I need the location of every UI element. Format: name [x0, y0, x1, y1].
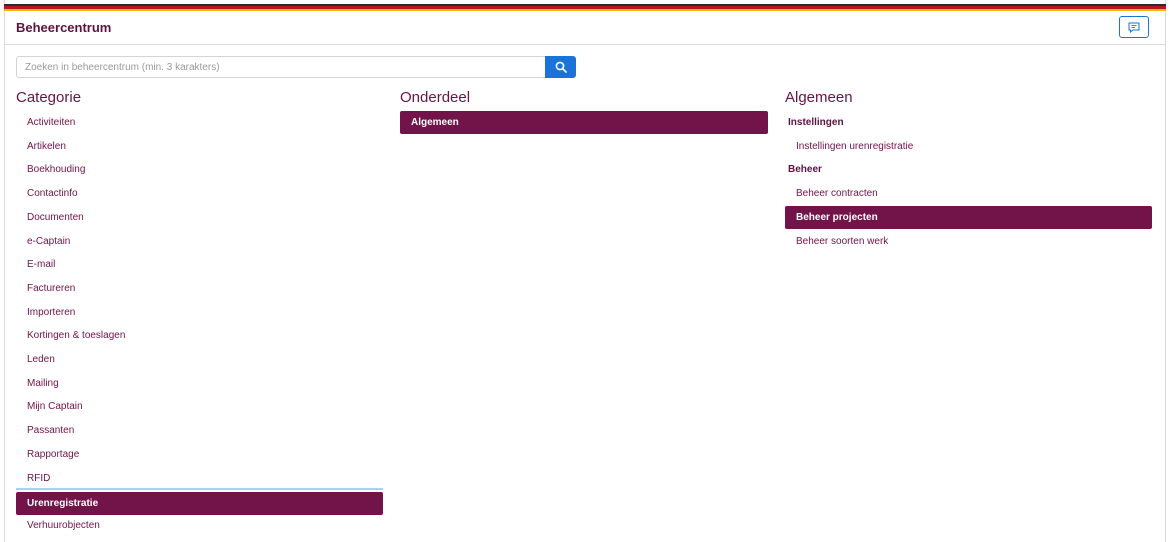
search-input[interactable]: [16, 56, 546, 78]
flag-stripe: [4, 4, 1166, 11]
search-icon: [555, 61, 567, 73]
algemeen-item-beheer-contracten[interactable]: Beheer contracten: [785, 182, 1152, 205]
categorie-item-e-mail[interactable]: E-mail: [16, 253, 383, 276]
search-button[interactable]: [545, 56, 576, 78]
categorie-item-kortingen-en-toeslagen[interactable]: Kortingen & toeslagen: [16, 324, 383, 347]
algemeen-title: Algemeen: [785, 89, 853, 106]
group-header-beheer: Beheer: [788, 164, 822, 176]
categorie-item-rfid[interactable]: RFID: [16, 467, 383, 490]
group-header-instellingen: Instellingen: [788, 117, 844, 128]
categorie-item-verhuurobjecten[interactable]: Verhuurobjecten: [16, 514, 383, 537]
categorie-item-rapportage[interactable]: Rapportage: [16, 443, 383, 466]
categorie-item-boekhouding[interactable]: Boekhouding: [16, 158, 383, 181]
categorie-item-artikelen[interactable]: Artikelen: [16, 135, 383, 158]
page-title: Beheercentrum: [16, 20, 112, 35]
categorie-item-documenten[interactable]: Documenten: [16, 206, 383, 229]
categorie-title: Categorie: [16, 89, 82, 106]
categorie-item-passanten[interactable]: Passanten: [16, 419, 383, 442]
algemeen-item-instellingen-urenregistratie[interactable]: Instellingen urenregistratie: [785, 135, 1152, 158]
categorie-item-mijn-captain[interactable]: Mijn Captain: [16, 395, 383, 418]
categorie-item-urenregistratie[interactable]: Urenregistratie: [16, 492, 383, 516]
algemeen-item-beheer-soorten-werk[interactable]: Beheer soorten werk: [785, 230, 1152, 253]
algemeen-item-beheer-projecten[interactable]: Beheer projecten: [785, 205, 1152, 229]
page-header: Beheercentrum: [4, 11, 1166, 45]
categorie-item-factureren[interactable]: Factureren: [16, 277, 383, 300]
categorie-item-mailing[interactable]: Mailing: [16, 372, 383, 395]
feedback-button[interactable]: [1119, 16, 1149, 38]
categorie-item-contactinfo[interactable]: Contactinfo: [16, 182, 383, 205]
categorie-item-activiteiten[interactable]: Activiteiten: [16, 111, 383, 134]
onderdeel-title: Onderdeel: [400, 89, 471, 106]
message-icon: [1128, 22, 1140, 33]
search-bar: [16, 56, 576, 78]
onderdeel-item-algemeen[interactable]: Algemeen: [400, 111, 768, 134]
categorie-item-leden[interactable]: Leden: [16, 348, 383, 371]
categorie-item-importeren[interactable]: Importeren: [16, 301, 383, 324]
categorie-item-e-captain[interactable]: e-Captain: [16, 230, 383, 253]
